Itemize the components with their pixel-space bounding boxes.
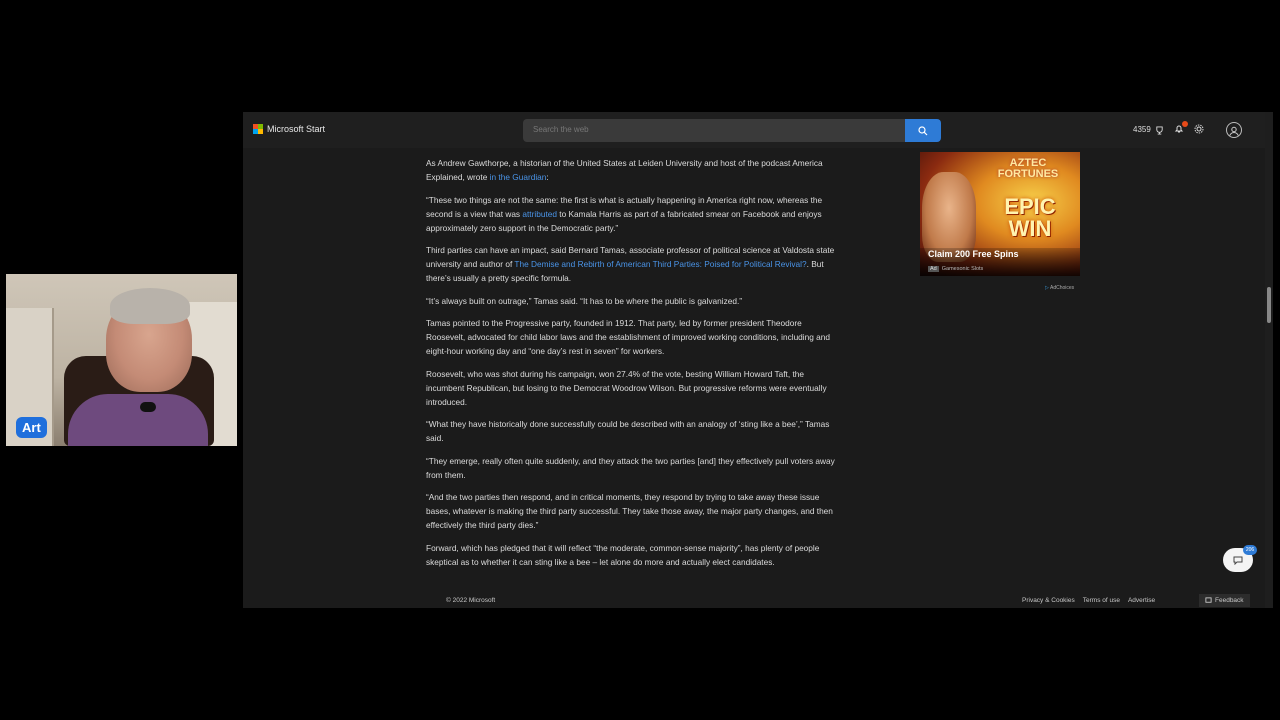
top-right-controls: 4359 [1133,121,1243,138]
adchoices-icon: ▷ [1045,285,1049,291]
chat-icon [1233,556,1243,565]
article-paragraph: “They emerge, really often quite suddenl… [426,455,835,480]
user-icon [1229,126,1240,137]
trophy-icon [1156,126,1163,135]
gear-icon [1194,124,1204,134]
guardian-link[interactable]: in the Guardian [490,172,547,182]
webcam-person-hair [110,288,190,324]
search-button[interactable] [905,119,941,142]
search-input[interactable]: Search the web [523,119,905,142]
article-paragraph: Third parties can have an impact, said B… [426,245,835,283]
chat-badge: 206 [1243,545,1257,555]
page-footer: © 2022 Microsoft Privacy & Cookies Terms… [243,594,1265,608]
brand-name: Microsoft Start [267,124,326,134]
account-avatar-button[interactable] [1226,122,1243,138]
advertise-link[interactable]: Advertise [1128,597,1155,604]
ad-claim-text: Claim 200 Free Spins [928,249,1019,259]
headset-mic [140,402,156,412]
ad-headline: EPIC WIN [1004,194,1056,241]
ad-game-title: AZTEC FORTUNES [997,157,1059,180]
book-link[interactable]: The Demise and Rebirth of American Third… [514,259,806,269]
terms-link[interactable]: Terms of use [1083,597,1120,604]
rewards-points-value: 4359 [1133,125,1151,135]
article-body: As Andrew Gawthorpe, a historian of the … [426,156,840,577]
microsoft-start-page: Microsoft Start Search the web 4359 As A… [243,112,1273,608]
article-paragraph: Tamas pointed to the Progressive party, … [426,318,831,356]
search-placeholder: Search the web [533,125,589,134]
settings-button[interactable] [1194,124,1204,136]
attributed-link[interactable]: attributed [522,209,557,219]
article-paragraph: “And the two parties then respond, and i… [426,492,833,530]
article-paragraph: “It’s always built on outrage,” Tamas sa… [426,295,743,306]
article-paragraph: “These two things are not the same: the … [426,194,823,233]
advertisement-banner[interactable]: AZTEC FORTUNES EPIC WIN Claim 200 Free S… [920,152,1080,276]
feedback-button[interactable]: Feedback [1199,594,1250,607]
article-paragraph: Forward, which has pledged that it will … [426,542,820,567]
search-icon [918,125,928,135]
privacy-link[interactable]: Privacy & Cookies [1022,597,1075,604]
top-bar: Microsoft Start Search the web 4359 [243,112,1273,148]
footer-links: Privacy & Cookies Terms of use Advertise [1022,597,1155,604]
article-paragraph: “What they have historically done succes… [426,419,830,443]
rewards-points[interactable]: 4359 [1133,125,1164,134]
microsoft-logo-icon [253,124,263,134]
ad-badge: Ad [928,266,939,272]
article-paragraph: Roosevelt, who was shot during his campa… [426,368,827,407]
feedback-icon [1205,597,1212,603]
webcam-person-shirt [68,394,208,446]
webcam-overlay: Art [6,274,237,446]
notifications-button[interactable] [1174,121,1189,136]
scrollbar-thumb[interactable] [1267,287,1271,323]
article-paragraph: As Andrew Gawthorpe, a historian of the … [426,158,823,182]
page-scrollbar[interactable] [1265,112,1273,608]
adchoices-link[interactable]: ▷ AdChoices [1045,285,1074,291]
brand-logo[interactable]: Microsoft Start [253,124,325,134]
ad-sponsor: Ad Gamesonic Slots [928,266,984,272]
notification-dot [1182,121,1189,127]
copyright: © 2022 Microsoft [446,597,496,604]
webcam-name-label: Art [16,417,47,438]
